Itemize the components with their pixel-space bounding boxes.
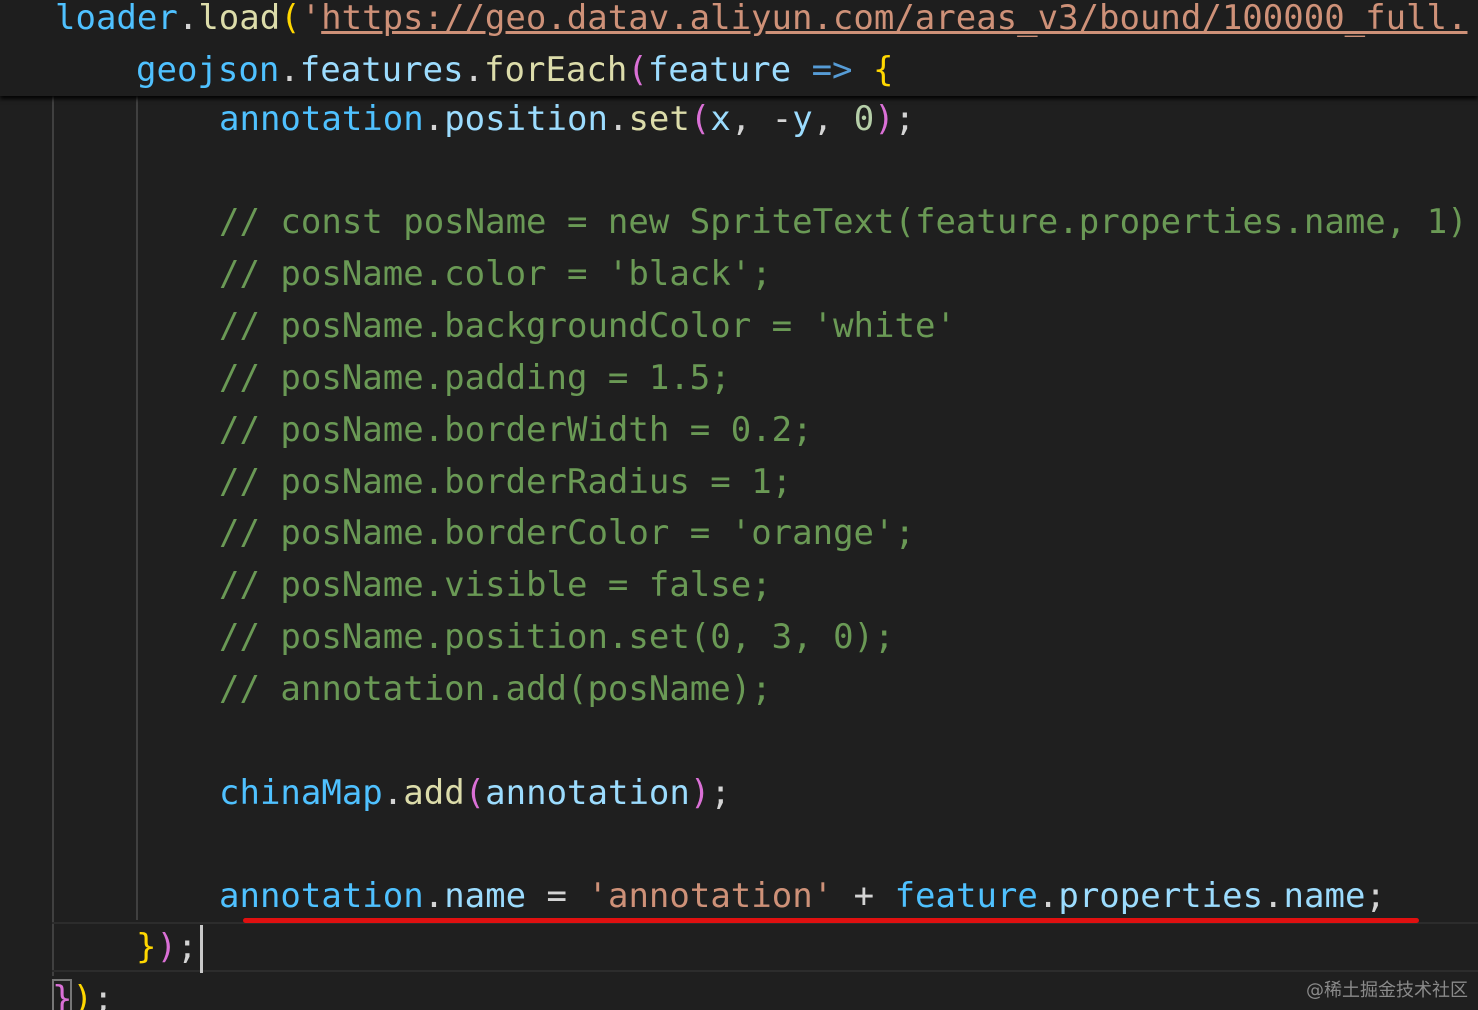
token-paren: ): [689, 773, 711, 813]
url-link[interactable]: https://geo.datav.aliyun.com/areas_v3/bo…: [321, 0, 1467, 38]
token-paren: (: [280, 0, 301, 38]
indent-guide-outer: [52, 96, 54, 976]
token-quote: ': [300, 0, 322, 38]
token-string: 'annotation': [587, 876, 834, 916]
comment-line[interactable]: // posName.position.set(0, 3, 0);: [219, 611, 895, 663]
comment-line[interactable]: // posName.visible = false;: [219, 559, 772, 611]
token-annotation: annotation: [219, 99, 424, 139]
token-semicolon: ;: [176, 927, 198, 967]
indent-guide-inner: [136, 96, 138, 920]
token-loader: loader: [55, 0, 178, 38]
token-load: load: [198, 0, 281, 38]
token-zero: 0: [853, 99, 875, 139]
comment-line[interactable]: // posName.padding = 1.5;: [219, 352, 731, 404]
token-dot: .: [463, 50, 485, 90]
token-paren: (: [689, 99, 711, 139]
code-line-annotation-name[interactable]: annotation.name = 'annotation' + feature…: [219, 870, 1386, 922]
text-cursor: [200, 925, 203, 973]
token-add: add: [403, 773, 465, 813]
current-line-highlight: [52, 922, 1478, 972]
token-dot: .: [279, 50, 300, 90]
token-dot: .: [1037, 876, 1059, 916]
token-annotation: annotation: [485, 773, 690, 813]
token-name: name: [444, 876, 527, 916]
token-brace: {: [873, 50, 894, 90]
token-y: y: [792, 99, 813, 139]
token-properties: properties: [1058, 876, 1264, 916]
comment-line[interactable]: // annotation.add(posName);: [219, 663, 772, 715]
token-chinamap: chinaMap: [219, 773, 383, 813]
comment-line[interactable]: // posName.borderRadius = 1;: [219, 456, 792, 508]
sticky-scroll-header[interactable]: loader.load('https://geo.datav.aliyun.co…: [0, 0, 1478, 96]
token-dot: .: [607, 99, 629, 139]
token-brace: }: [136, 927, 157, 967]
token-geojson: geojson: [136, 50, 280, 90]
token-semicolon: ;: [894, 99, 916, 139]
token-dot: .: [382, 773, 404, 813]
token-feature: feature: [647, 50, 792, 90]
red-underline-highlight: [243, 918, 1419, 923]
token-brace-matched: }: [52, 979, 73, 1010]
comment-line[interactable]: // posName.color = 'black';: [219, 248, 772, 300]
token-dot: .: [1263, 876, 1284, 916]
token-position: position: [444, 99, 608, 139]
token-paren: ): [156, 927, 177, 967]
token-foreach: forEach: [484, 50, 628, 90]
comment-line[interactable]: // posName.borderColor = 'orange';: [219, 507, 915, 559]
token-semicolon: ;: [1365, 876, 1386, 916]
token-sep: , -: [730, 99, 793, 139]
comment-line[interactable]: // const posName = new SpriteText(featur…: [219, 196, 1468, 248]
token-equals: =: [526, 876, 588, 916]
token-annotation: annotation: [219, 876, 424, 916]
token-sep: ,: [812, 99, 854, 139]
token-set: set: [628, 99, 690, 139]
code-line-close-foreach[interactable]: });: [136, 921, 197, 973]
comment-line[interactable]: // posName.borderWidth = 0.2;: [219, 404, 813, 456]
token-paren: ): [72, 979, 93, 1010]
sticky-line-foreach[interactable]: geojson.features.forEach(feature => {: [136, 44, 893, 96]
token-features: features: [299, 50, 464, 90]
token-name: name: [1283, 876, 1366, 916]
code-line-position-set[interactable]: annotation.position.set(x, -y, 0);: [219, 93, 915, 145]
token-dot: .: [423, 876, 445, 916]
watermark-text: @稀土掘金技术社区: [1306, 980, 1468, 1001]
comment-line[interactable]: // posName.backgroundColor = 'white': [219, 300, 956, 352]
code-line-close-load[interactable]: });: [52, 973, 113, 1010]
sticky-line-loader[interactable]: loader.load('https://geo.datav.aliyun.co…: [55, 0, 1467, 44]
token-semicolon: ;: [92, 979, 114, 1010]
token-dot: .: [177, 0, 199, 38]
token-paren: ): [874, 99, 895, 139]
token-feature: feature: [894, 876, 1038, 916]
token-x: x: [710, 99, 731, 139]
token-semicolon: ;: [710, 773, 731, 813]
code-line-chinamap-add[interactable]: chinaMap.add(annotation);: [219, 767, 731, 819]
token-plus: +: [833, 876, 895, 916]
token-paren: (: [464, 773, 486, 813]
token-paren: (: [627, 50, 648, 90]
code-editor[interactable]: loader.load('https://geo.datav.aliyun.co…: [0, 0, 1478, 1010]
token-dot: .: [423, 99, 445, 139]
token-arrow: =>: [791, 50, 873, 90]
